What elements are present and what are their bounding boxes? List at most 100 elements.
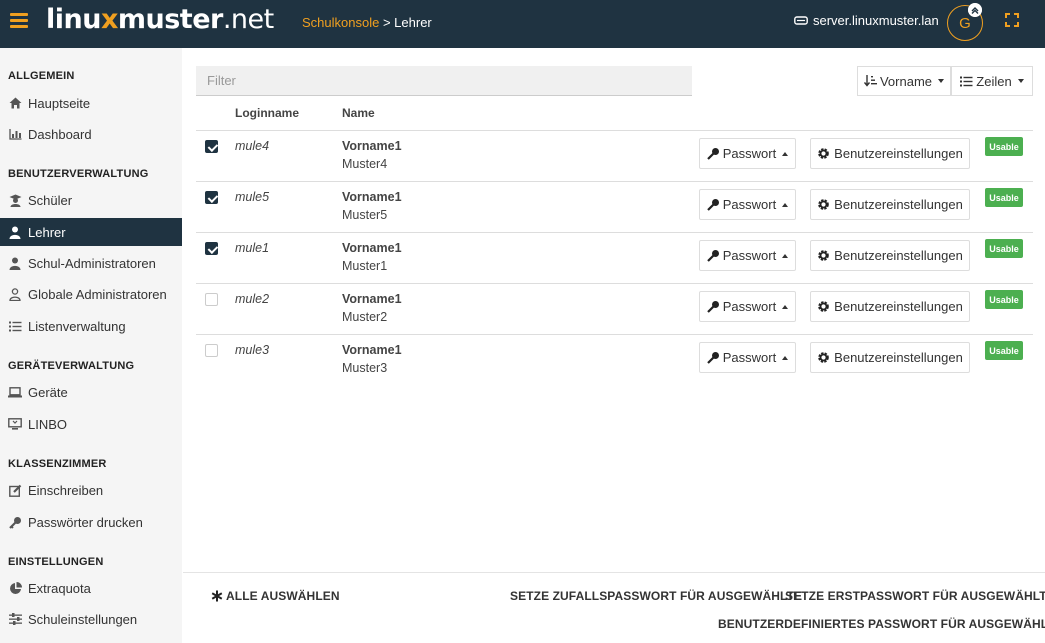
password-button[interactable]: Passwort bbox=[699, 291, 796, 322]
row-checkbox[interactable] bbox=[205, 191, 218, 204]
user-settings-button[interactable]: Benutzereinstellungen bbox=[810, 138, 970, 169]
sidebar-item-einschreiben[interactable]: Einschreiben bbox=[0, 476, 182, 504]
row-checkbox[interactable] bbox=[205, 140, 218, 153]
sidebar-item-label: Dashboard bbox=[28, 126, 92, 142]
sidebar-item-dashboard[interactable]: Dashboard bbox=[0, 120, 182, 148]
logo-part: muster bbox=[117, 4, 223, 35]
password-button[interactable]: Passwort bbox=[699, 240, 796, 271]
user-settings-button[interactable]: Benutzereinstellungen bbox=[810, 189, 970, 220]
sidebar-item-extraquota[interactable]: Extraquota bbox=[0, 574, 182, 602]
password-label: Passwort bbox=[722, 146, 777, 161]
login-name: mule1 bbox=[235, 241, 270, 255]
caret-up-icon bbox=[782, 151, 789, 156]
set-custom-password-button[interactable]: BENUTZERDEFINIERTES PASSWORT FÜR AUSGEWÄ… bbox=[718, 617, 1045, 631]
logo-x: x bbox=[100, 4, 118, 35]
column-header-loginname[interactable]: Loginname bbox=[235, 106, 299, 120]
student-icon bbox=[8, 193, 22, 207]
row-checkbox[interactable] bbox=[205, 344, 218, 357]
settings-label: Benutzereinstellungen bbox=[834, 146, 963, 161]
breadcrumb-link-schulkonsole[interactable]: Schulkonsole bbox=[302, 15, 379, 30]
server-name: server.linuxmuster.lan bbox=[813, 13, 939, 28]
password-label: Passwort bbox=[722, 350, 777, 365]
sidebar-section-benutzerverwaltung: BENUTZERVERWALTUNG bbox=[8, 168, 149, 180]
server-icon bbox=[794, 16, 808, 25]
sidebar-item-label: Extraquota bbox=[28, 580, 91, 596]
laptop-icon bbox=[8, 385, 22, 399]
logo[interactable]: linuxmuster.net bbox=[46, 2, 274, 38]
key-icon bbox=[706, 148, 719, 160]
status-badge: Usable bbox=[985, 290, 1023, 309]
first-name: Vorname1 bbox=[342, 343, 402, 357]
edit-icon bbox=[8, 483, 22, 497]
sidebar-item-geraete[interactable]: Geräte bbox=[0, 378, 182, 406]
last-name: Muster5 bbox=[342, 208, 388, 222]
monitor-icon bbox=[8, 417, 22, 431]
first-name: Vorname1 bbox=[342, 241, 402, 255]
list-icon bbox=[8, 319, 22, 333]
server-indicator: server.linuxmuster.lan bbox=[794, 13, 939, 28]
user-settings-button[interactable]: Benutzereinstellungen bbox=[810, 240, 970, 271]
fullscreen-icon[interactable] bbox=[1005, 13, 1019, 27]
key-icon bbox=[706, 250, 719, 262]
gear-icon bbox=[818, 148, 829, 159]
user-icon bbox=[8, 256, 22, 270]
sidebar-item-listenverwaltung[interactable]: Listenverwaltung bbox=[0, 312, 182, 340]
user-settings-button[interactable]: Benutzereinstellungen bbox=[810, 291, 970, 322]
sort-dropdown[interactable]: Vorname bbox=[857, 66, 951, 96]
bar-chart-icon bbox=[8, 127, 22, 141]
sidebar-item-label: LINBO bbox=[28, 416, 68, 432]
table-row: mule3 Vorname1 Muster3 Passwort Benutzer… bbox=[196, 335, 1033, 386]
sidebar-item-label: Einschreiben bbox=[28, 482, 104, 498]
row-checkbox[interactable] bbox=[205, 293, 218, 306]
status-badge: Usable bbox=[985, 188, 1023, 207]
login-name: mule5 bbox=[235, 190, 270, 204]
rows-dropdown[interactable]: Zeilen bbox=[951, 66, 1033, 96]
caret-down-icon bbox=[938, 79, 945, 83]
sidebar-section-einstellungen: EINSTELLUNGEN bbox=[8, 556, 104, 568]
select-all-button[interactable]: ALLE AUSWÄHLEN bbox=[211, 589, 340, 603]
breadcrumb-separator: > bbox=[382, 15, 391, 30]
gear-icon bbox=[818, 301, 829, 312]
status-badge: Usable bbox=[985, 137, 1023, 156]
password-label: Passwort bbox=[722, 299, 777, 314]
last-name: Muster3 bbox=[342, 361, 388, 375]
sidebar-item-globale-administratoren[interactable]: Globale Administratoren bbox=[0, 280, 182, 308]
sidebar-item-schul-administratoren[interactable]: Schul-Administratoren bbox=[0, 249, 182, 277]
avatar-letter: G bbox=[959, 14, 971, 32]
sidebar-item-schuleinstellungen[interactable]: Schuleinstellungen bbox=[0, 605, 182, 633]
sort-label: Vorname bbox=[879, 73, 933, 89]
logo-part: linu bbox=[46, 4, 101, 35]
row-checkbox[interactable] bbox=[205, 242, 218, 255]
sidebar-item-hauptseite[interactable]: Hauptseite bbox=[0, 89, 182, 117]
password-button[interactable]: Passwort bbox=[699, 342, 796, 373]
settings-label: Benutzereinstellungen bbox=[834, 299, 963, 314]
sidebar-item-schueler[interactable]: Schüler bbox=[0, 186, 182, 214]
set-random-password-button[interactable]: SETZE ZUFALLSPASSWORT FÜR AUSGEWÄHLTE bbox=[510, 589, 802, 603]
sidebar-item-label: Geräte bbox=[28, 384, 68, 400]
settings-label: Benutzereinstellungen bbox=[834, 350, 963, 365]
sidebar-section-geraeteverwaltung: GERÄTEVERWALTUNG bbox=[8, 360, 135, 372]
column-header-name[interactable]: Name bbox=[342, 106, 375, 120]
sidebar-item-label: Lehrer bbox=[28, 224, 66, 240]
password-button[interactable]: Passwort bbox=[699, 189, 796, 220]
select-all-label: ALLE AUSWÄHLEN bbox=[226, 589, 340, 603]
menu-icon[interactable] bbox=[10, 13, 28, 28]
filter-toolbar: Filter Vorname Zeilen bbox=[196, 66, 1033, 96]
filter-input[interactable]: Filter bbox=[196, 66, 692, 96]
set-first-password-button[interactable]: SETZE ERSTPASSWORT FÜR AUSGEWÄHLTE bbox=[785, 589, 1045, 603]
list-ordered-icon bbox=[960, 76, 973, 86]
caret-down-icon bbox=[1017, 79, 1024, 83]
key-icon bbox=[706, 352, 719, 364]
first-name: Vorname1 bbox=[342, 190, 402, 204]
first-name: Vorname1 bbox=[342, 139, 402, 153]
password-button[interactable]: Passwort bbox=[699, 138, 796, 169]
sidebar-item-lehrer[interactable]: Lehrer bbox=[0, 218, 182, 246]
sidebar-item-passwoerter-drucken[interactable]: Passwörter drucken bbox=[0, 508, 182, 536]
login-name: mule3 bbox=[235, 343, 270, 357]
sidebar-item-linbo[interactable]: LINBO bbox=[0, 410, 182, 438]
table-row: mule5 Vorname1 Muster5 Passwort Benutzer… bbox=[196, 182, 1033, 233]
user-settings-button[interactable]: Benutzereinstellungen bbox=[810, 342, 970, 373]
key-icon bbox=[706, 199, 719, 211]
admin-badge-icon bbox=[968, 3, 982, 17]
sidebar-section-klassenzimmer: KLASSENZIMMER bbox=[8, 458, 107, 470]
